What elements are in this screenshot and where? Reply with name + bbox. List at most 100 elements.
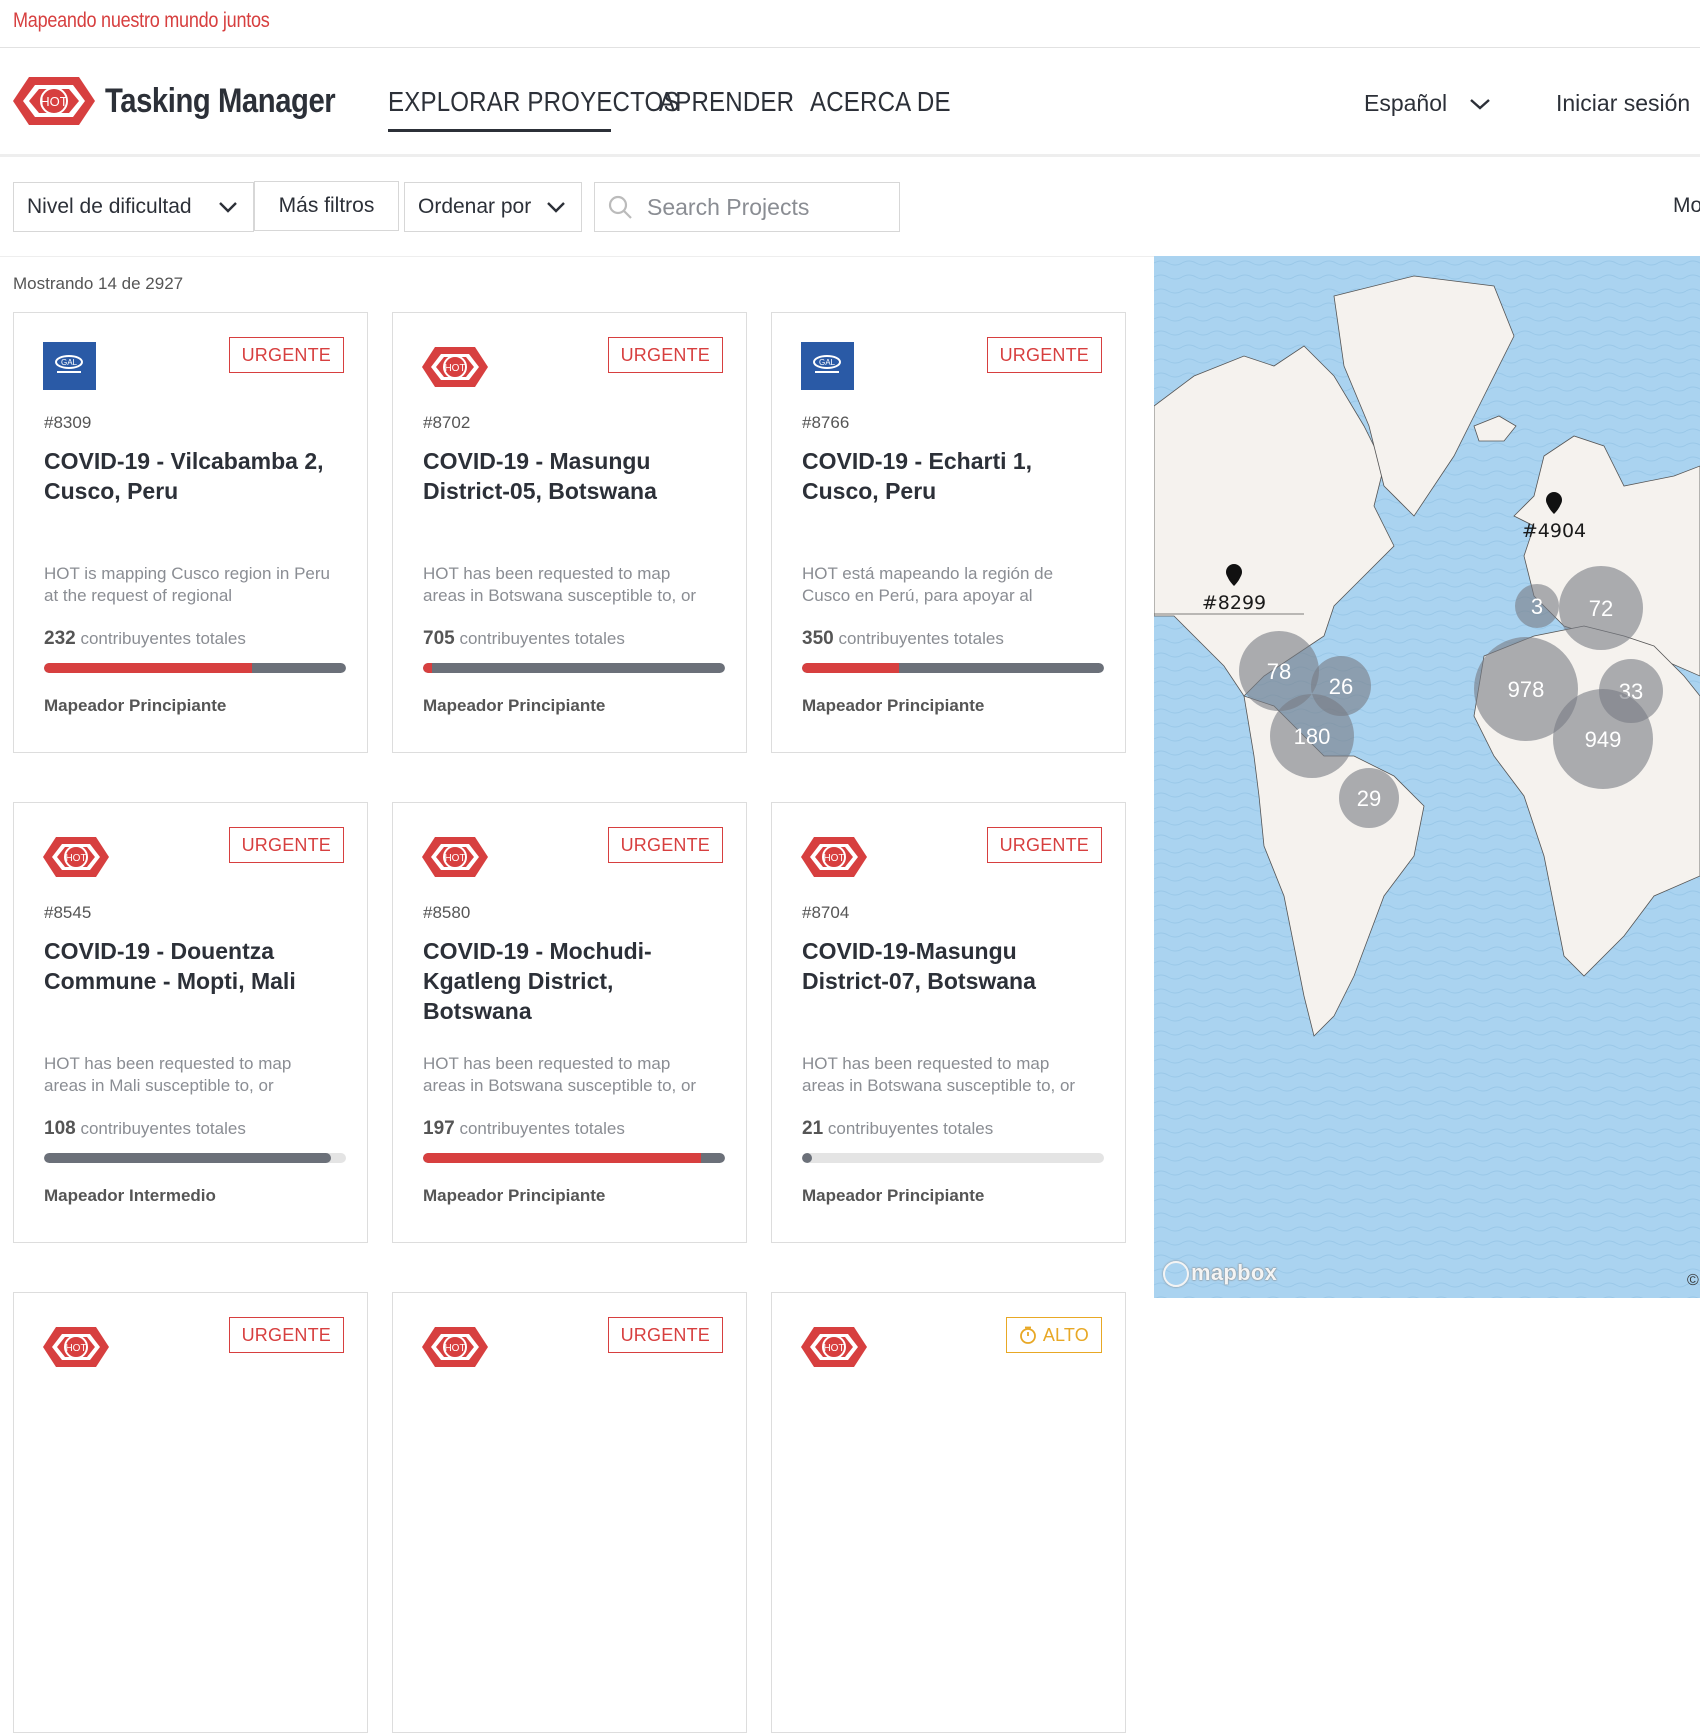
- contributors-label: contribuyentes totales: [838, 629, 1004, 648]
- gal-logo-icon: GAL: [43, 342, 96, 390]
- contributors-number: 21: [802, 1118, 824, 1139]
- results-count: Mostrando 14 de 2927: [13, 274, 184, 293]
- brand-title[interactable]: Tasking Manager: [105, 82, 336, 121]
- svg-text:HOT: HOT: [444, 1343, 465, 1354]
- nav-active-indicator: [388, 129, 611, 132]
- chevron-down-icon[interactable]: [1468, 96, 1492, 112]
- priority-badge: URGENTE: [228, 1317, 344, 1353]
- svg-text:GAL: GAL: [819, 358, 836, 367]
- svg-text:HOT: HOT: [65, 1343, 86, 1354]
- site-header: HOT Tasking Manager EXPLORAR PROYECTOS A…: [0, 48, 1700, 157]
- mapper-level: Mapeador Principiante: [423, 696, 606, 715]
- priority-badge: ALTO: [1005, 1317, 1102, 1353]
- world-map[interactable]: 7826180293 72978 33949 #8299 #4904: [1154, 256, 1700, 1298]
- priority-label: URGENTE: [620, 344, 710, 365]
- map-cluster[interactable]: 72: [1559, 566, 1643, 650]
- project-card[interactable]: HOT URGENTE: [13, 1292, 368, 1733]
- progress-bar: [44, 663, 346, 673]
- nav-explorar-proyectos[interactable]: EXPLORAR PROYECTOS: [388, 86, 680, 118]
- project-card[interactable]: GAL URGENTE #8766 COVID-19 - Echarti 1, Cus…: [771, 312, 1126, 753]
- pin-label: #8299: [1202, 592, 1266, 614]
- contributors-label: contribuyentes totales: [459, 1119, 625, 1138]
- project-card[interactable]: HOT URGENTE #8545 COVID-19 - Douentza Commu…: [13, 802, 368, 1243]
- project-description: HOT has been requested to map areas in B…: [802, 1054, 1076, 1095]
- project-title[interactable]: COVID-19 - Echarti 1, Cusco, Peru: [802, 446, 1102, 506]
- project-title[interactable]: COVID-19 - Masungu District-05, Botswana: [423, 446, 723, 506]
- progress-validated: [44, 1153, 331, 1163]
- progress-mapped: [802, 663, 899, 673]
- project-title[interactable]: COVID-19 - Mochudi-Kgatleng District, Bo…: [423, 936, 723, 1026]
- contributors-count: 705 contribuyentes totales: [423, 628, 625, 650]
- login-button[interactable]: Iniciar sesión: [1556, 90, 1690, 117]
- map-toggle-label[interactable]: Mo: [1673, 194, 1700, 218]
- project-title[interactable]: COVID-19 - Vilcabamba 2, Cusco, Peru: [44, 446, 344, 506]
- contributors-number: 705: [423, 628, 455, 649]
- project-title[interactable]: COVID-19 - Douentza Commune - Mopti, Mal…: [44, 936, 344, 996]
- mapper-level: Mapeador Principiante: [802, 696, 985, 715]
- priority-label: ALTO: [1042, 1324, 1089, 1345]
- hot-logo-icon: HOT: [422, 1327, 488, 1367]
- filter-bar: Nivel de dificultad Más filtros Ordenar …: [0, 160, 1700, 257]
- language-selector[interactable]: Español: [1364, 90, 1447, 117]
- contributors-label: contribuyentes totales: [827, 1119, 994, 1138]
- progress-validated: [802, 1153, 812, 1163]
- project-description: HOT has been requested to map areas in B…: [423, 564, 697, 605]
- contributors-count: 108 contribuyentes totales: [44, 1118, 246, 1140]
- contributors-label: contribuyentes totales: [80, 1119, 246, 1138]
- project-id: #8580: [423, 903, 471, 922]
- map-copyright[interactable]: ©: [1687, 1272, 1699, 1290]
- search-box: [594, 182, 900, 232]
- project-card[interactable]: HOT URGENTE #8580 COVID-19 - Mochudi-Kgatle…: [392, 802, 747, 1243]
- mapper-level: Mapeador Principiante: [44, 696, 227, 715]
- search-input[interactable]: [647, 191, 887, 223]
- mapper-level: Mapeador Principiante: [802, 1186, 985, 1205]
- project-card[interactable]: HOT URGENTE #8704 COVID-19-Masungu District…: [771, 802, 1126, 1243]
- contributors-number: 232: [44, 628, 76, 649]
- svg-text:HOT: HOT: [444, 853, 465, 864]
- project-map[interactable]: 78 26 180 29 3 72 978 33 949 #8299 #4904 mapbox: [1154, 256, 1700, 1298]
- mapbox-attribution[interactable]: mapbox: [1163, 1260, 1277, 1287]
- priority-label: URGENTE: [620, 834, 710, 855]
- project-title[interactable]: COVID-19-Masungu District-07, Botswana: [802, 936, 1102, 996]
- project-card[interactable]: HOT ALTO: [771, 1292, 1126, 1733]
- project-card[interactable]: GAL URGENTE #8309 COVID-19 - Vilcabamba 2, …: [13, 312, 368, 753]
- banner-tagline: Mapeando nuestro mundo juntos: [13, 9, 270, 32]
- more-filters-button[interactable]: Más filtros: [254, 181, 399, 231]
- map-cluster[interactable]: 3: [1515, 584, 1559, 628]
- nav-acerca-de[interactable]: ACERCA DE: [810, 86, 951, 118]
- project-card[interactable]: HOT URGENTE: [392, 1292, 747, 1733]
- progress-bar: [423, 1153, 725, 1163]
- top-banner: Mapeando nuestro mundo juntos: [0, 0, 1700, 48]
- progress-mapped: [44, 663, 252, 673]
- priority-badge: URGENTE: [607, 337, 723, 373]
- chevron-down-icon: [219, 202, 237, 213]
- contributors-number: 197: [423, 1118, 455, 1139]
- svg-text:HOT: HOT: [65, 853, 86, 864]
- difficulty-dropdown[interactable]: Nivel de dificultad: [13, 182, 254, 232]
- search-icon: [608, 195, 632, 219]
- map-cluster[interactable]: 949: [1553, 689, 1653, 789]
- priority-badge: URGENTE: [986, 827, 1102, 863]
- project-description: HOT has been requested to map areas in M…: [44, 1054, 292, 1095]
- priority-label: URGENTE: [241, 834, 331, 855]
- project-id: #8766: [802, 413, 850, 432]
- mapper-level: Mapeador Intermedio: [44, 1186, 216, 1205]
- sort-dropdown[interactable]: Ordenar por: [404, 182, 582, 232]
- cluster-count: 949: [1585, 727, 1622, 752]
- map-cluster[interactable]: 29: [1339, 768, 1399, 828]
- progress-bar: [423, 663, 725, 673]
- map-cluster[interactable]: 180: [1270, 694, 1354, 778]
- nav-aprender[interactable]: APRENDER: [659, 86, 794, 118]
- progress-bar: [802, 663, 1104, 673]
- project-card[interactable]: HOT URGENTE #8702 COVID-19 - Masungu Distri…: [392, 312, 747, 753]
- progress-mapped: [423, 1153, 701, 1163]
- project-description: HOT has been requested to map areas in B…: [423, 1054, 697, 1095]
- contributors-count: 197 contribuyentes totales: [423, 1118, 625, 1140]
- hot-logo-icon[interactable]: HOT: [13, 75, 95, 127]
- priority-badge: URGENTE: [228, 827, 344, 863]
- progress-bar: [44, 1153, 346, 1163]
- project-description: HOT is mapping Cusco region in Peru at t…: [44, 564, 330, 605]
- cluster-count: 29: [1357, 786, 1381, 811]
- hot-logo-icon: HOT: [422, 347, 488, 387]
- priority-label: URGENTE: [999, 834, 1089, 855]
